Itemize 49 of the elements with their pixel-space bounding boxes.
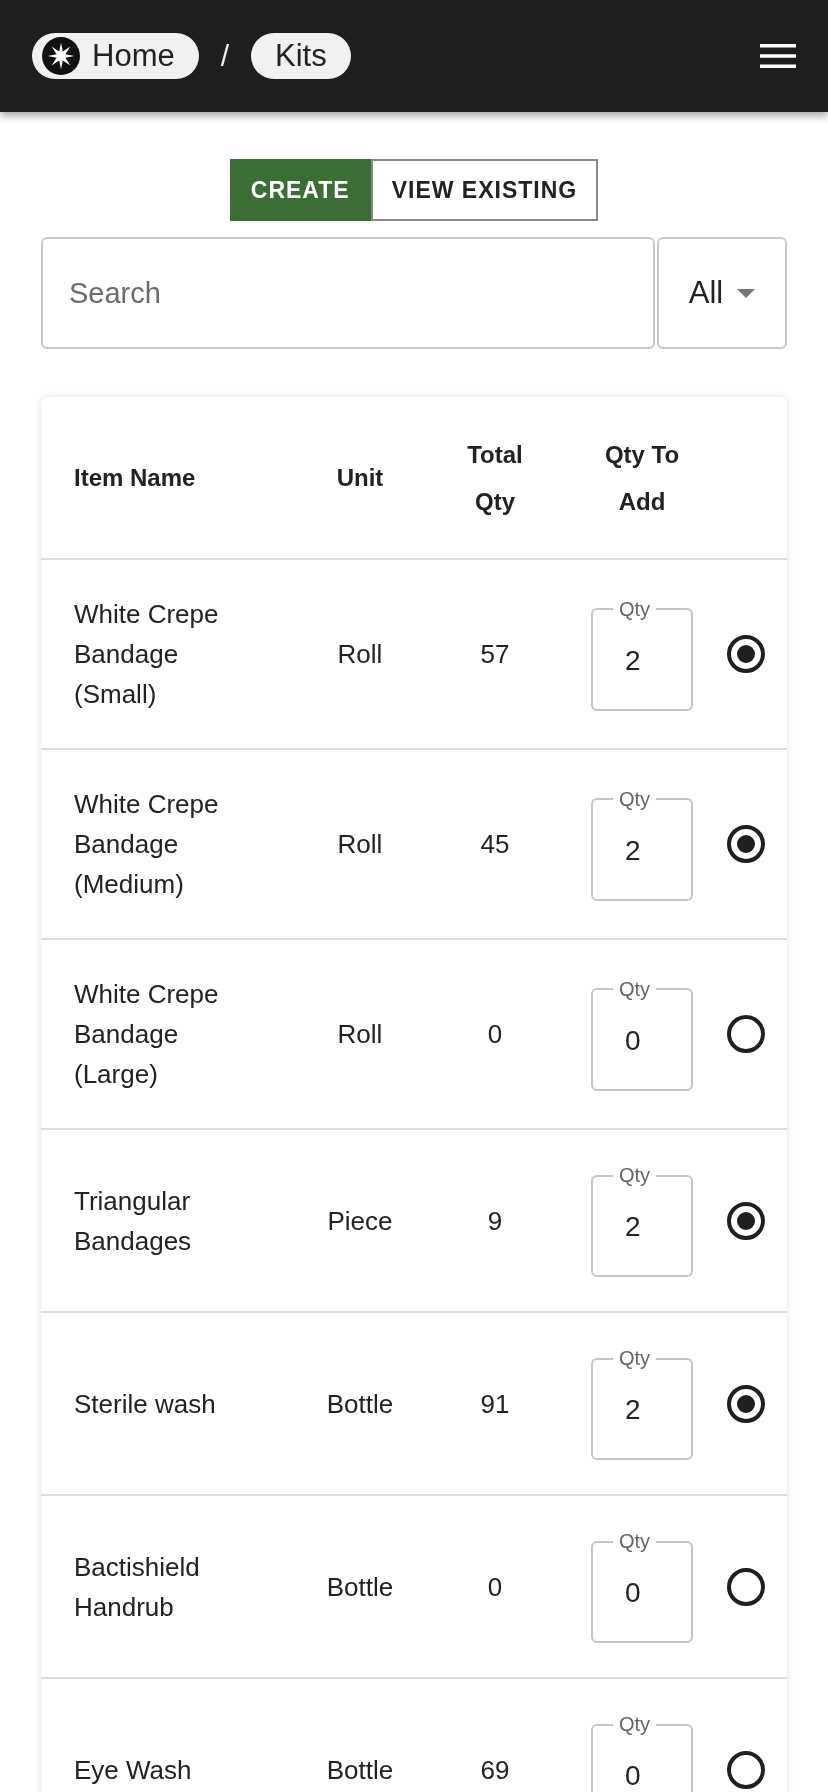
column-header: Total Qty xyxy=(466,439,524,517)
item-name-cell: Triangular Bandages xyxy=(74,1185,192,1256)
qty-input[interactable]: 2 xyxy=(593,620,691,709)
qty-input[interactable]: 2 xyxy=(593,810,691,899)
qty-input[interactable]: 2 xyxy=(593,1187,691,1275)
total-qty-cell-text: 0 xyxy=(487,1018,503,1051)
radio-button[interactable] xyxy=(726,1384,765,1423)
radio-button[interactable] xyxy=(726,825,765,863)
breadcrumb-link[interactable]: Kits xyxy=(251,33,351,79)
radio-button[interactable] xyxy=(726,1015,765,1053)
total-qty-cell-text: 9 xyxy=(487,1204,503,1238)
qty-input[interactable]: 2 xyxy=(593,1370,691,1458)
qty-input[interactable]: 0 xyxy=(593,1553,691,1641)
item-name-cell: Bactishield Handrub xyxy=(74,1551,200,1622)
item-name-cell: Sterile wash xyxy=(74,1388,216,1419)
qty-input[interactable]: 0 xyxy=(593,1000,691,1089)
qty-input[interactable]: 0 xyxy=(593,1736,691,1792)
total-qty-cell-text: 45 xyxy=(480,828,510,861)
item-name-cell: White Crepe Bandage (Large) xyxy=(74,979,219,1089)
star-emblem-icon xyxy=(42,37,80,75)
total-qty-cell-text: 0 xyxy=(487,1570,503,1604)
search-field[interactable]: Search xyxy=(41,237,655,349)
unit-cell-text: Roll xyxy=(337,828,383,861)
radio-button[interactable] xyxy=(726,1567,765,1606)
unit-cell-text: Bottle xyxy=(326,1387,394,1421)
radio-button[interactable] xyxy=(726,635,765,673)
total-qty-cell-text: 91 xyxy=(480,1387,510,1421)
radio-button[interactable] xyxy=(726,1201,765,1240)
unit-cell-text: Bottle xyxy=(326,1753,394,1787)
unit-cell-text: Bottle xyxy=(326,1570,394,1604)
menu-icon[interactable] xyxy=(760,44,796,68)
unit-cell-text: Roll xyxy=(337,638,383,671)
column-header: Item Name xyxy=(74,464,196,491)
total-qty-cell-text: 69 xyxy=(480,1753,510,1787)
breadcrumb-link[interactable]: Home xyxy=(32,33,199,79)
item-name-cell: Eye Wash xyxy=(74,1754,192,1785)
unit-cell-text: Piece xyxy=(327,1204,393,1238)
column-header: Unit xyxy=(336,463,384,493)
item-name-cell: White Crepe Bandage (Medium) xyxy=(74,789,219,899)
mode-tab[interactable]: VIEW EXISTING xyxy=(370,159,599,221)
mode-tab[interactable]: CREATE xyxy=(229,159,371,221)
total-qty-cell-text: 57 xyxy=(480,638,510,671)
column-header: Qty To Add xyxy=(603,439,681,517)
radio-button[interactable] xyxy=(726,1750,765,1789)
caret-icon xyxy=(737,288,756,298)
filter-select[interactable]: All xyxy=(657,237,787,349)
breadcrumb-separator: / xyxy=(220,39,230,73)
item-name-cell: White Crepe Bandage (Small) xyxy=(74,599,219,709)
unit-cell-text: Roll xyxy=(337,1018,383,1051)
